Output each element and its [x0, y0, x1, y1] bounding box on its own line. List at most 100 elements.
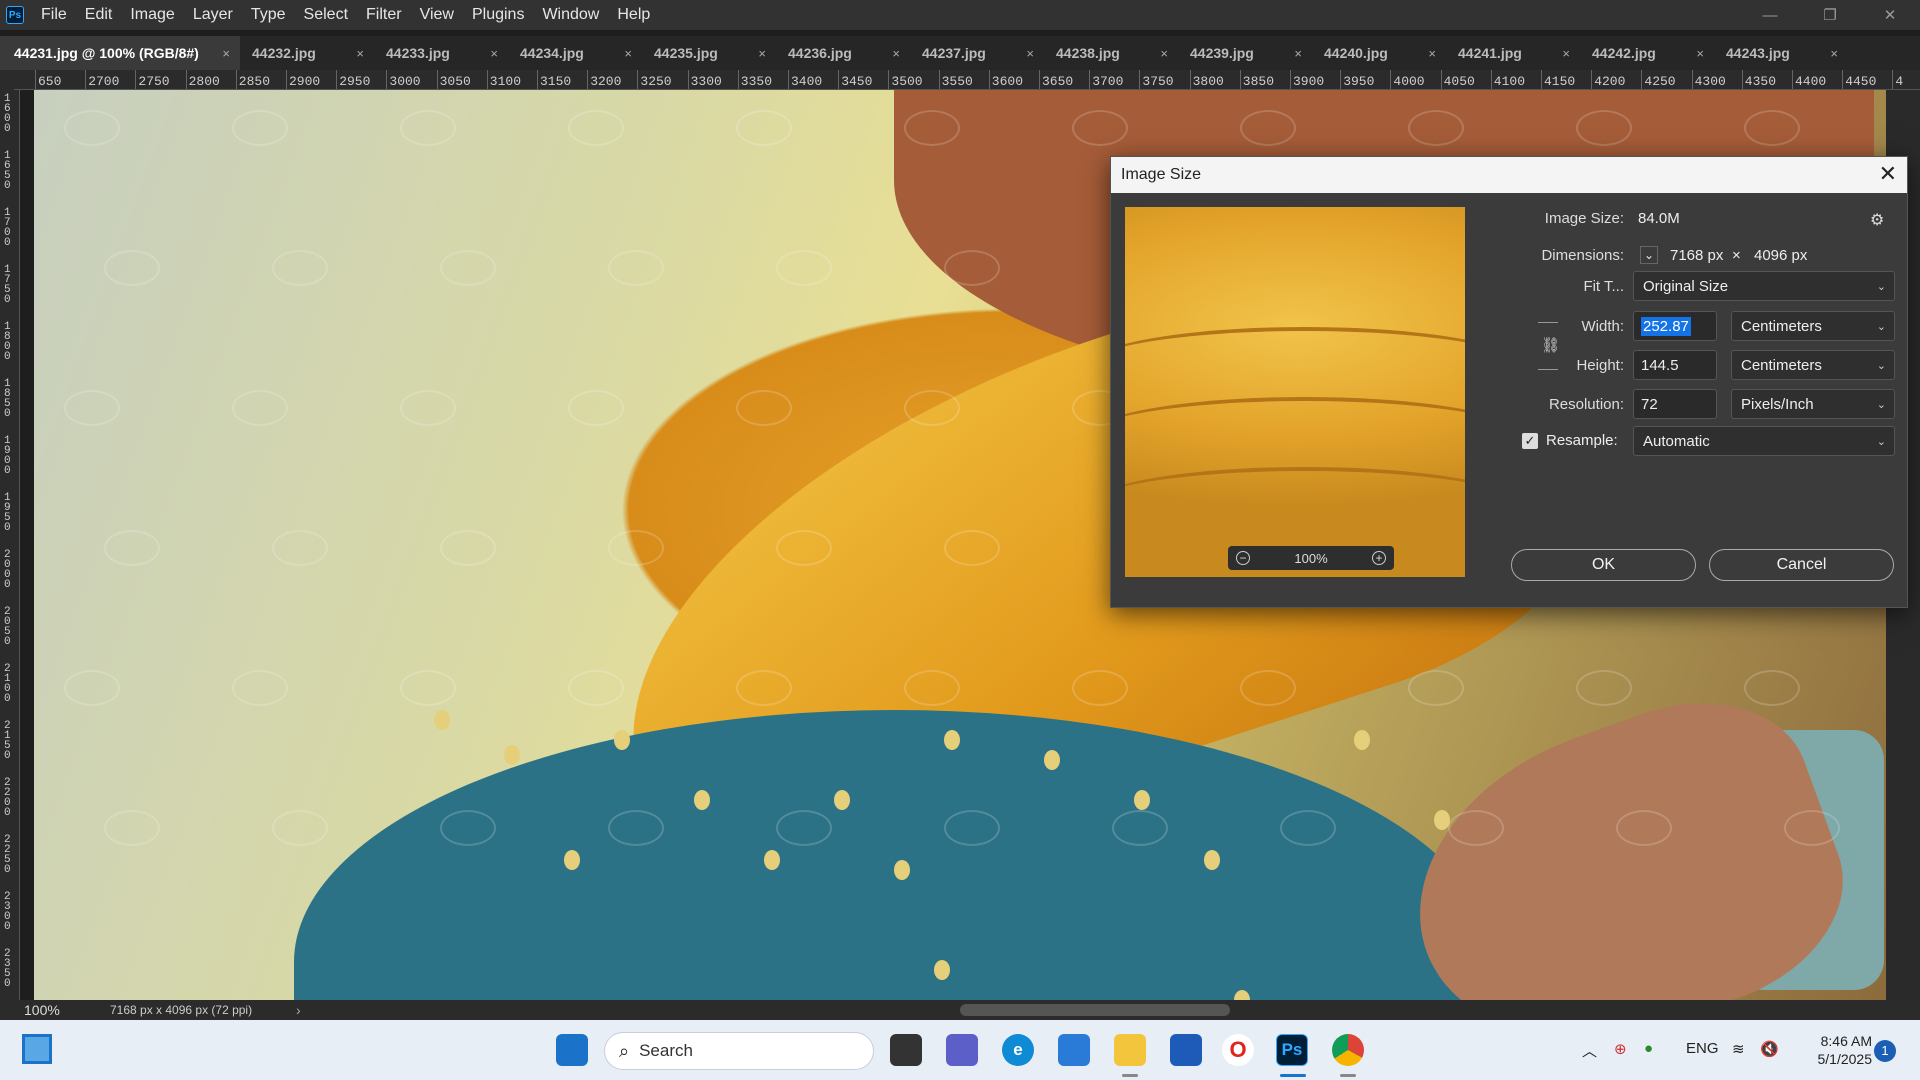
- show-hidden-icons-icon[interactable]: ︿: [1582, 1040, 1597, 1061]
- tab-close-icon[interactable]: ×: [1830, 46, 1838, 61]
- tab-close-icon[interactable]: ×: [1428, 46, 1436, 61]
- watermark-logo: [904, 390, 960, 426]
- wifi-icon[interactable]: ≋: [1732, 1040, 1745, 1058]
- resolution-unit-dropdown[interactable]: Pixels/Inch ⌄: [1731, 389, 1895, 419]
- tab-close-icon[interactable]: ×: [1294, 46, 1302, 61]
- tab-44232[interactable]: 44232.jpg ×: [240, 36, 374, 70]
- tab-44236[interactable]: 44236.jpg ×: [776, 36, 910, 70]
- tab-44234[interactable]: 44234.jpg ×: [508, 36, 642, 70]
- edge-icon[interactable]: e: [1002, 1034, 1034, 1066]
- microsoft-store-icon[interactable]: [1170, 1034, 1202, 1066]
- zoom-level[interactable]: 100%: [0, 1002, 110, 1018]
- tab-close-icon[interactable]: ×: [624, 46, 632, 61]
- volume-muted-icon[interactable]: 🔇: [1760, 1040, 1779, 1058]
- close-window-icon[interactable]: ✕: [1860, 0, 1920, 30]
- horizontal-ruler[interactable]: 650 2700 2750 2800 2850 2900 2950 3000 3050 3100 3…: [14, 70, 1920, 90]
- cancel-button[interactable]: Cancel: [1709, 549, 1894, 581]
- menu-layer[interactable]: Layer: [184, 0, 242, 30]
- menu-edit[interactable]: Edit: [76, 0, 122, 30]
- tab-44231[interactable]: 44231.jpg @ 100% (RGB/8#) ×: [0, 36, 240, 70]
- width-input[interactable]: 252.87: [1633, 311, 1717, 341]
- tab-label: 44240.jpg: [1324, 45, 1388, 61]
- photoshop-icon[interactable]: Ps: [1276, 1034, 1308, 1066]
- tab-close-icon[interactable]: ×: [490, 46, 498, 61]
- ok-button[interactable]: OK: [1511, 549, 1696, 581]
- resolution-input[interactable]: 72: [1633, 389, 1717, 419]
- watermark-logo: [64, 110, 120, 146]
- opera-icon[interactable]: O: [1222, 1034, 1254, 1066]
- snipping-tool-icon[interactable]: [1058, 1034, 1090, 1066]
- tab-close-icon[interactable]: ×: [892, 46, 900, 61]
- tab-44237[interactable]: 44237.jpg ×: [910, 36, 1044, 70]
- resample-checkbox[interactable]: ✓: [1522, 433, 1538, 449]
- fit-to-dropdown[interactable]: Original Size ⌄: [1633, 271, 1895, 301]
- menu-select[interactable]: Select: [295, 0, 357, 30]
- ruler-tick-label: 3850: [1239, 70, 1275, 89]
- close-icon[interactable]: ✕: [1879, 163, 1897, 185]
- width-unit-dropdown[interactable]: Centimeters ⌄: [1731, 311, 1895, 341]
- tab-close-icon[interactable]: ×: [758, 46, 766, 61]
- menu-image[interactable]: Image: [121, 0, 183, 30]
- tab-44233[interactable]: 44233.jpg ×: [374, 36, 508, 70]
- network-globe-icon[interactable]: ●: [1644, 1040, 1653, 1057]
- tab-close-icon[interactable]: ×: [1562, 46, 1570, 61]
- gear-icon[interactable]: ⚙: [1870, 210, 1884, 230]
- widgets-icon[interactable]: [22, 1034, 52, 1064]
- artwork-sequin: [1044, 750, 1060, 770]
- photoshop-logo-icon[interactable]: Ps: [6, 6, 24, 24]
- chevron-down-icon: ⌄: [1876, 280, 1886, 293]
- tab-44240[interactable]: 44240.jpg ×: [1312, 36, 1446, 70]
- height-input[interactable]: 144.5: [1633, 350, 1717, 380]
- dimensions-unit-chevron-icon[interactable]: ⌄: [1640, 246, 1658, 264]
- language-indicator[interactable]: ENG: [1686, 1040, 1719, 1057]
- teams-meet-icon[interactable]: [946, 1034, 978, 1066]
- chrome-icon[interactable]: [1332, 1034, 1364, 1066]
- menu-file[interactable]: File: [32, 0, 76, 30]
- tab-close-icon[interactable]: ×: [1160, 46, 1168, 61]
- tab-close-icon[interactable]: ×: [356, 46, 364, 61]
- menu-view[interactable]: View: [411, 0, 463, 30]
- vpn-icon[interactable]: ⊕: [1614, 1040, 1627, 1058]
- menu-plugins[interactable]: Plugins: [463, 0, 533, 30]
- menu-window[interactable]: Window: [533, 0, 608, 30]
- taskbar-search[interactable]: ⌕ Search: [604, 1032, 874, 1070]
- minimize-icon[interactable]: —: [1740, 0, 1800, 30]
- tab-44235[interactable]: 44235.jpg ×: [642, 36, 776, 70]
- tab-44242[interactable]: 44242.jpg ×: [1580, 36, 1714, 70]
- ruler-tick-label: 2350: [4, 948, 11, 990]
- tab-44241[interactable]: 44241.jpg ×: [1446, 36, 1580, 70]
- file-explorer-icon[interactable]: [1114, 1034, 1146, 1066]
- system-clock[interactable]: 8:46 AM 5/1/2025: [1792, 1032, 1873, 1068]
- zoom-in-icon[interactable]: +: [1372, 551, 1386, 565]
- task-view-icon[interactable]: [890, 1034, 922, 1066]
- tab-close-icon[interactable]: ×: [1696, 46, 1704, 61]
- width-unit: Centimeters: [1741, 317, 1822, 335]
- tab-44239[interactable]: 44239.jpg ×: [1178, 36, 1312, 70]
- restore-icon[interactable]: ❐: [1800, 0, 1860, 30]
- watermark-logo: [104, 250, 160, 286]
- resample-dropdown[interactable]: Automatic ⌄: [1633, 426, 1895, 456]
- menu-help[interactable]: Help: [608, 0, 659, 30]
- ruler-tick-label: 2950: [336, 70, 371, 89]
- menu-type[interactable]: Type: [242, 0, 295, 30]
- vertical-ruler[interactable]: 1600 1650 1700 1750 1800 1850 1900 1950 2000 2050…: [0, 90, 20, 1000]
- ruler-tick-label: 4300: [1691, 70, 1726, 89]
- ruler-tick-label: 3900: [1289, 70, 1325, 89]
- status-arrow-icon[interactable]: ›: [296, 1002, 301, 1018]
- windows-start-icon[interactable]: [556, 1034, 588, 1066]
- height-unit-dropdown[interactable]: Centimeters ⌄: [1731, 350, 1895, 380]
- tab-close-icon[interactable]: ×: [222, 46, 230, 61]
- ruler-tick-label: 2850: [235, 70, 271, 89]
- ruler-tick-label: 2900: [285, 70, 321, 89]
- tab-44243[interactable]: 44243.jpg ×: [1714, 36, 1848, 70]
- watermark-logo: [904, 110, 960, 146]
- tab-close-icon[interactable]: ×: [1026, 46, 1034, 61]
- preview-fold: [1125, 467, 1465, 547]
- horizontal-scrollbar[interactable]: [960, 1004, 1230, 1016]
- ruler-tick-label: 3050: [436, 70, 471, 89]
- tab-44238[interactable]: 44238.jpg ×: [1044, 36, 1178, 70]
- notification-badge[interactable]: 1: [1874, 1040, 1896, 1062]
- menu-filter[interactable]: Filter: [357, 0, 411, 30]
- image-preview[interactable]: [1125, 207, 1465, 577]
- zoom-out-icon[interactable]: −: [1236, 551, 1250, 565]
